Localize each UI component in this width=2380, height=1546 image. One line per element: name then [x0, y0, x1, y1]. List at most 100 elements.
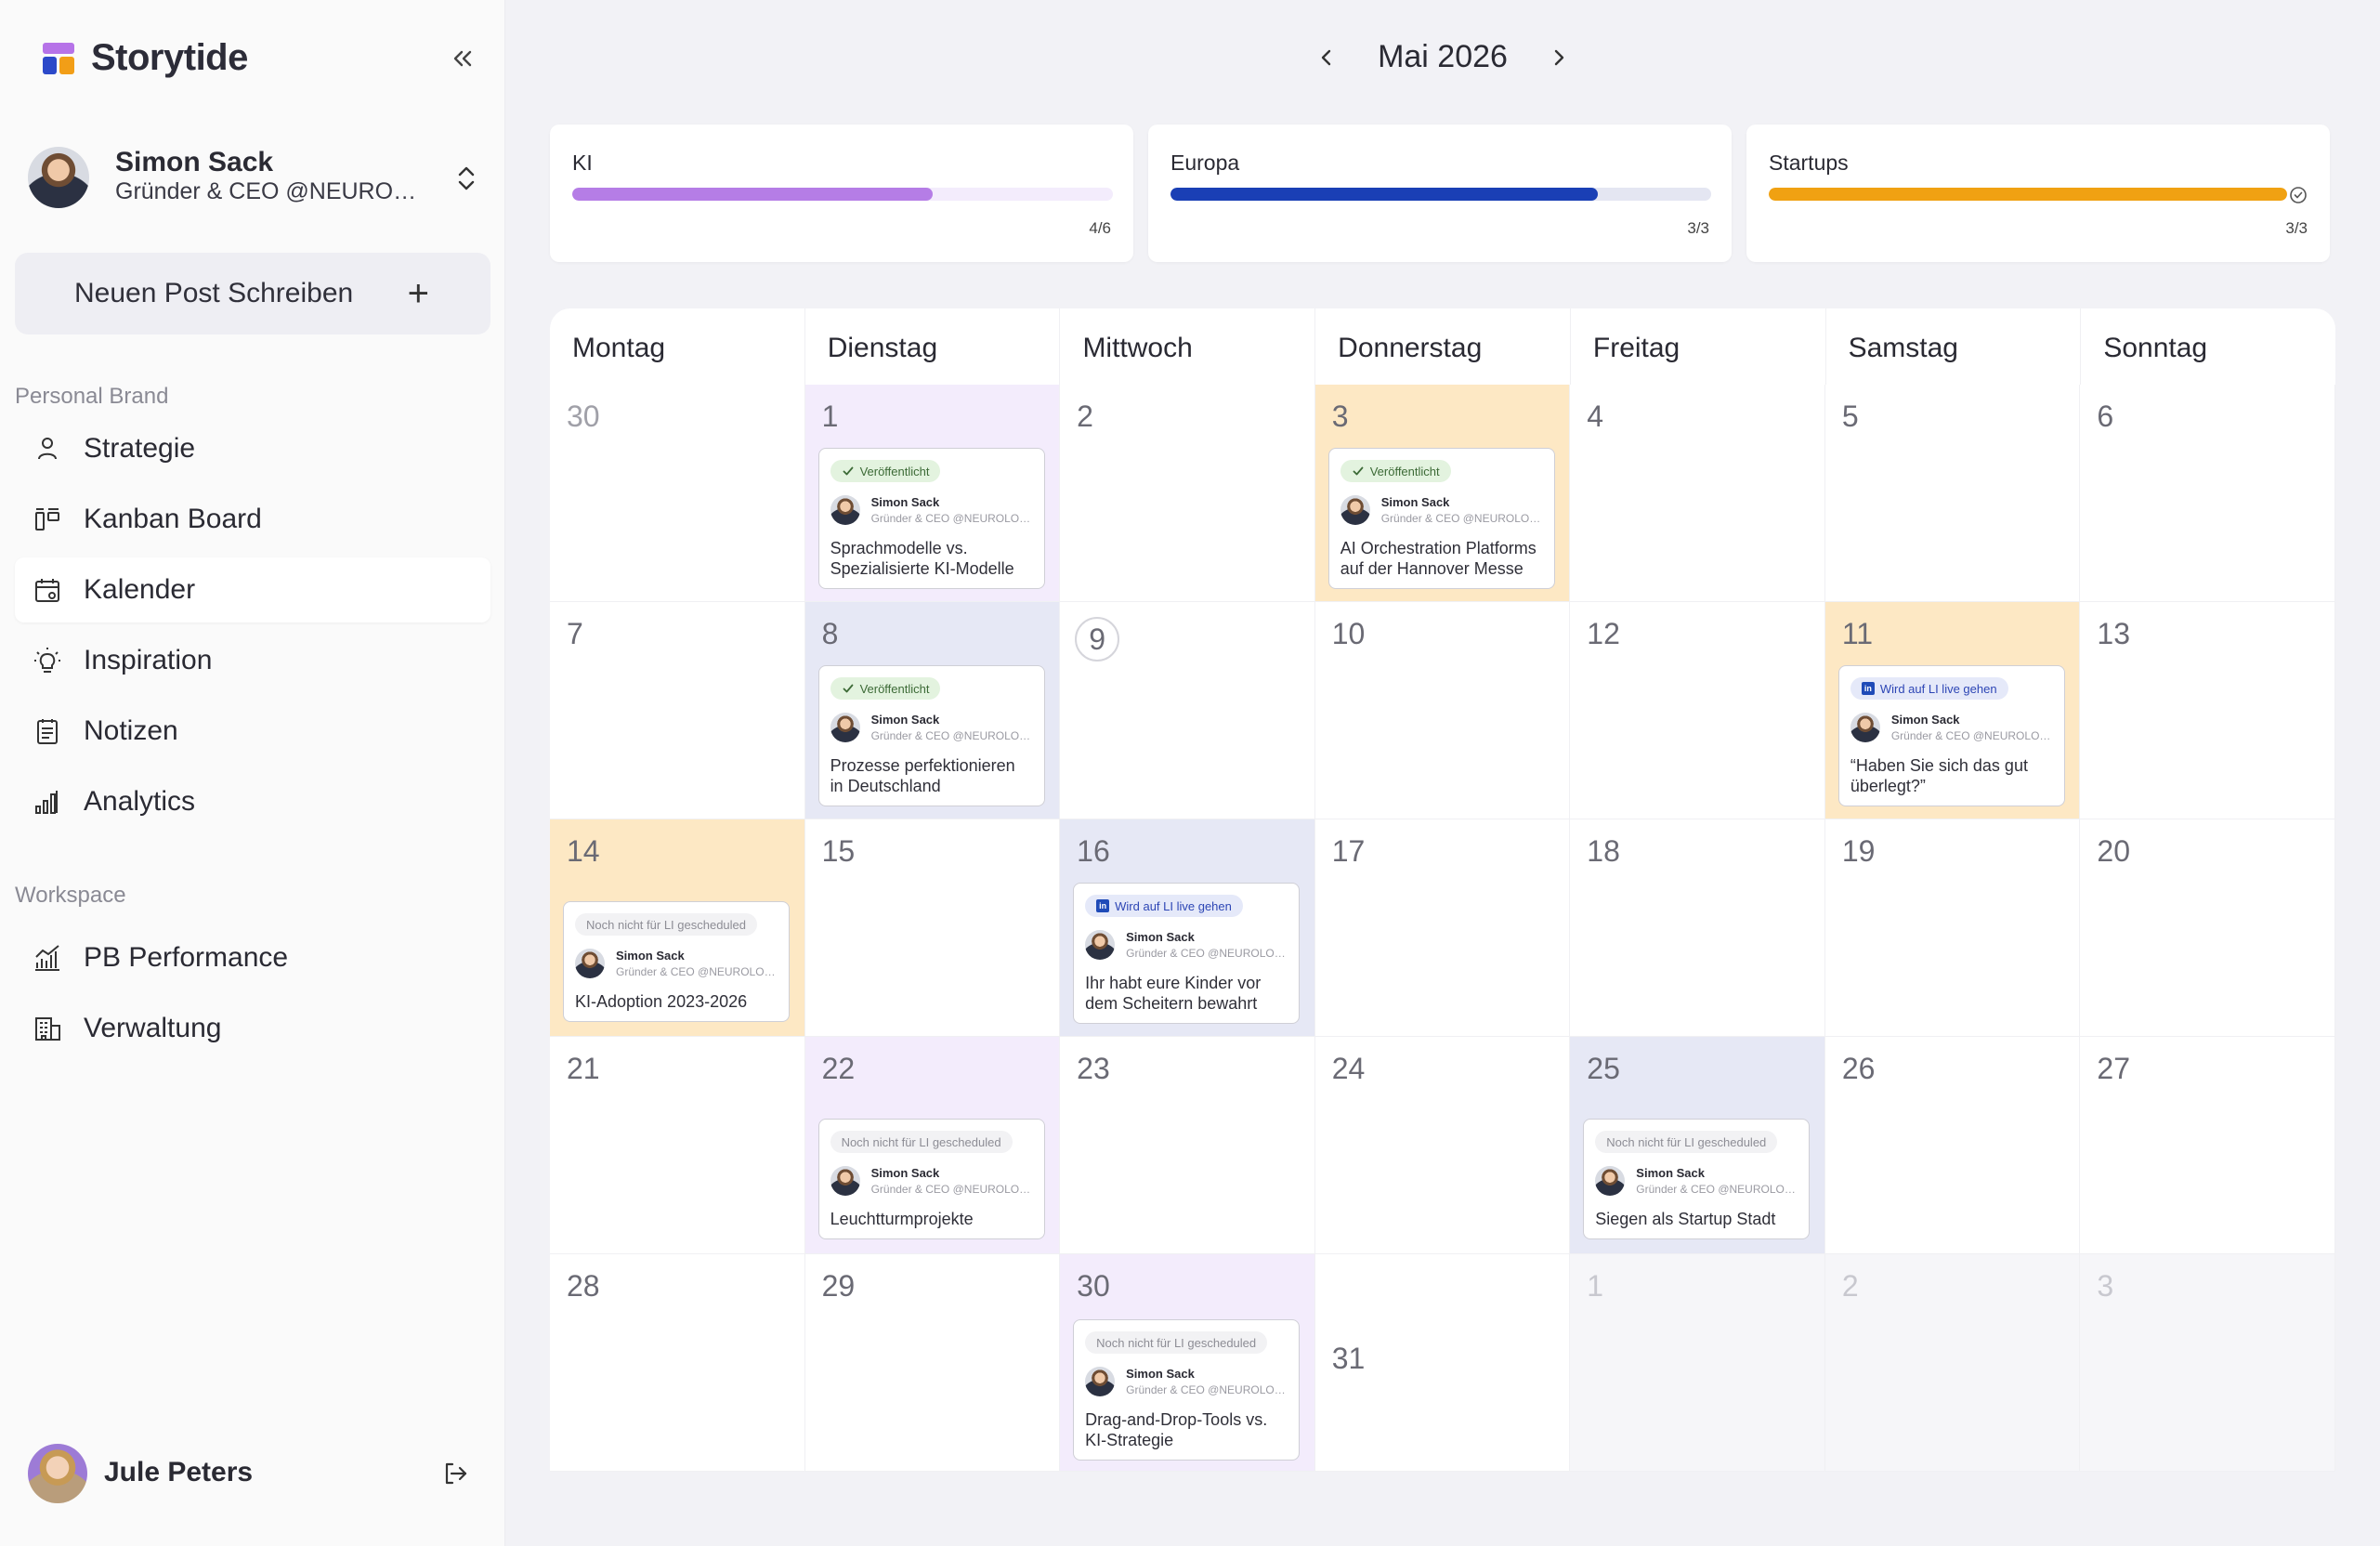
- calendar-day-cell[interactable]: 4: [1570, 385, 1825, 602]
- sidebar-item-kanban-board[interactable]: Kanban Board: [15, 487, 490, 552]
- calendar-day-cell[interactable]: 24: [1314, 1037, 1571, 1254]
- calendar-day-cell[interactable]: 8 Veröffentlicht Simon Sack Gründer & CEO @…: [804, 602, 1061, 819]
- linkedin-icon: in: [1096, 899, 1110, 912]
- post-card[interactable]: in Wird auf LI live gehen Simon Sack Gründe…: [1073, 883, 1301, 1024]
- calendar-day-cell[interactable]: 6: [2080, 385, 2335, 602]
- calendar-day-cell[interactable]: 18: [1570, 819, 1825, 1037]
- calendar-day-cell[interactable]: 12: [1570, 602, 1825, 819]
- avatar: [1340, 495, 1370, 525]
- sidebar-item-pb-performance[interactable]: PB Performance: [15, 925, 490, 990]
- sidebar-item-analytics[interactable]: Analytics: [15, 769, 490, 834]
- section-label-personal: Personal Brand: [15, 384, 169, 409]
- calendar-day-cell[interactable]: 1: [1570, 1254, 1825, 1472]
- new-post-button[interactable]: Neuen Post Schreiben +: [15, 253, 490, 334]
- sidebar-item-strategie[interactable]: Strategie: [15, 416, 490, 481]
- post-card[interactable]: Veröffentlicht Simon Sack Gründer & CEO @N…: [1327, 448, 1555, 589]
- building-icon: [35, 1017, 60, 1041]
- calendar-day-cell[interactable]: 28: [550, 1254, 805, 1472]
- sidebar-item-inspiration[interactable]: Inspiration: [15, 628, 490, 693]
- calendar-day-cell[interactable]: 9: [1060, 602, 1315, 819]
- post-author-name: Simon Sack: [870, 495, 940, 509]
- post-author-name: Simon Sack: [1890, 713, 1960, 727]
- avatar[interactable]: [28, 1444, 87, 1503]
- calendar-day-cell[interactable]: 21: [550, 1037, 805, 1254]
- post-card[interactable]: Veröffentlicht Simon Sack Gründer & CEO @N…: [817, 665, 1045, 806]
- brand[interactable]: Storytide: [43, 37, 248, 79]
- sidebar-item-verwaltung[interactable]: Verwaltung: [15, 996, 490, 1061]
- calendar-day-cell[interactable]: 11 in Wird auf LI live gehen Simon Sack Grün…: [1824, 602, 2081, 819]
- post-card[interactable]: Noch nicht für LI gescheduled Simon Sack G…: [563, 901, 790, 1022]
- bar-chart-icon: [35, 791, 58, 814]
- topic-name: KI: [572, 151, 593, 175]
- calendar-day-cell[interactable]: 30 Noch nicht für LI gescheduled Simon Sac…: [1060, 1254, 1315, 1472]
- topic-card[interactable]: Europa 3/3: [1148, 124, 1732, 262]
- day-number: 30: [1077, 1269, 1110, 1303]
- linkedin-icon: in: [1861, 682, 1875, 695]
- calendar-day-cell[interactable]: 13: [2080, 602, 2335, 819]
- status-label: Noch nicht für LI gescheduled: [1606, 1134, 1767, 1149]
- logout-icon[interactable]: [437, 1455, 474, 1492]
- calendar-day-cell[interactable]: 30: [550, 385, 805, 602]
- calendar-day-cell[interactable]: 16 in Wird auf LI live gehen Simon Sack Grün…: [1060, 819, 1315, 1037]
- profile-switcher[interactable]: Simon Sack Gründer & CEO @NEUROLOGIQ: [28, 147, 483, 208]
- weekday-header: Donnerstag: [1315, 308, 1571, 385]
- calendar-day-cell[interactable]: 15: [804, 819, 1061, 1037]
- calendar-day-cell[interactable]: 19: [1824, 819, 2081, 1037]
- topic-card[interactable]: KI 4/6: [550, 124, 1133, 262]
- day-number: 17: [1331, 834, 1366, 868]
- topic-card[interactable]: Startups 3/3: [1746, 124, 2330, 262]
- post-card[interactable]: Noch nicht für LI gescheduled Simon Sack G…: [1583, 1119, 1811, 1239]
- status-label: Veröffentlicht: [859, 681, 930, 696]
- post-author: Simon Sack Gründer & CEO @NEUROLOGIQ: [830, 1164, 1039, 1199]
- status-label: Wird auf LI live gehen: [1879, 681, 1997, 696]
- sidebar-item-notizen[interactable]: Notizen: [15, 699, 490, 764]
- calendar-day-cell[interactable]: 10: [1314, 602, 1571, 819]
- day-number: 1: [821, 400, 839, 433]
- calendar-day-cell[interactable]: 27: [2080, 1037, 2335, 1254]
- calendar-day-cell[interactable]: 5: [1824, 385, 2081, 602]
- calendar-day-cell[interactable]: 17: [1314, 819, 1571, 1037]
- post-card[interactable]: in Wird auf LI live gehen Simon Sack Gründe…: [1837, 665, 2065, 806]
- status-pill-live: in Wird auf LI live gehen: [1085, 895, 1243, 917]
- sidebar-item-label: Kanban Board: [84, 504, 262, 534]
- chevron-up-down-icon[interactable]: [448, 160, 485, 197]
- calendar-day-cell[interactable]: 29: [804, 1254, 1061, 1472]
- chevron-left-icon[interactable]: [1313, 44, 1340, 72]
- post-author-name: Simon Sack: [1126, 930, 1195, 944]
- avatar: [830, 495, 860, 525]
- post-card[interactable]: Noch nicht für LI gescheduled Simon Sack G…: [817, 1119, 1045, 1239]
- status-label: Noch nicht für LI gescheduled: [1096, 1335, 1257, 1350]
- sidebar-item-kalender[interactable]: Kalender: [15, 557, 490, 622]
- post-card[interactable]: Noch nicht für LI gescheduled Simon Sack G…: [1073, 1319, 1301, 1461]
- status-pill-pending: Noch nicht für LI gescheduled: [1085, 1331, 1268, 1354]
- chevron-right-icon[interactable]: [1545, 44, 1573, 72]
- calendar-day-cell[interactable]: 14 Noch nicht für LI gescheduled Simon Sac…: [550, 819, 805, 1037]
- brand-name: Storytide: [91, 37, 248, 78]
- post-title: AI Orchestration Platforms auf der Hanno…: [1340, 539, 1537, 578]
- user-icon: [38, 438, 57, 460]
- post-card[interactable]: Veröffentlicht Simon Sack Gründer & CEO @N…: [817, 448, 1045, 589]
- collapse-sidebar-icon[interactable]: [444, 43, 481, 74]
- day-number: 25: [1587, 1052, 1620, 1085]
- post-title: Siegen als Startup Stadt: [1595, 1210, 1776, 1228]
- calendar-day-cell[interactable]: 22 Noch nicht für LI gescheduled Simon Sac…: [804, 1037, 1061, 1254]
- calendar-day-cell[interactable]: 1 Veröffentlicht Simon Sack Gründer & CEO @…: [804, 385, 1061, 602]
- calendar-day-cell[interactable]: 25 Noch nicht für LI gescheduled Simon Sac…: [1570, 1037, 1825, 1254]
- calendar-day-cell[interactable]: 3: [2080, 1254, 2335, 1472]
- calendar-day-cell[interactable]: 2: [1060, 385, 1315, 602]
- calendar-day-cell[interactable]: 2: [1824, 1254, 2081, 1472]
- day-number: 2: [1077, 400, 1093, 433]
- calendar-icon: [35, 579, 59, 602]
- calendar-day-cell[interactable]: 26: [1824, 1037, 2081, 1254]
- calendar-day-cell[interactable]: 31: [1314, 1254, 1571, 1472]
- avatar: [830, 713, 860, 742]
- calendar-day-cell[interactable]: 3 Veröffentlicht Simon Sack Gründer & CEO @…: [1314, 385, 1571, 602]
- calendar-day-cell[interactable]: 7: [550, 602, 805, 819]
- lightbulb-icon: [34, 648, 60, 673]
- avatar: [575, 949, 605, 978]
- calendar-day-cell[interactable]: 23: [1060, 1037, 1315, 1254]
- day-number: 19: [1841, 834, 1876, 868]
- topic-count: 3/3: [1687, 219, 1709, 237]
- calendar-day-cell[interactable]: 20: [2080, 819, 2335, 1037]
- status-pill-published: Veröffentlicht: [1340, 460, 1451, 482]
